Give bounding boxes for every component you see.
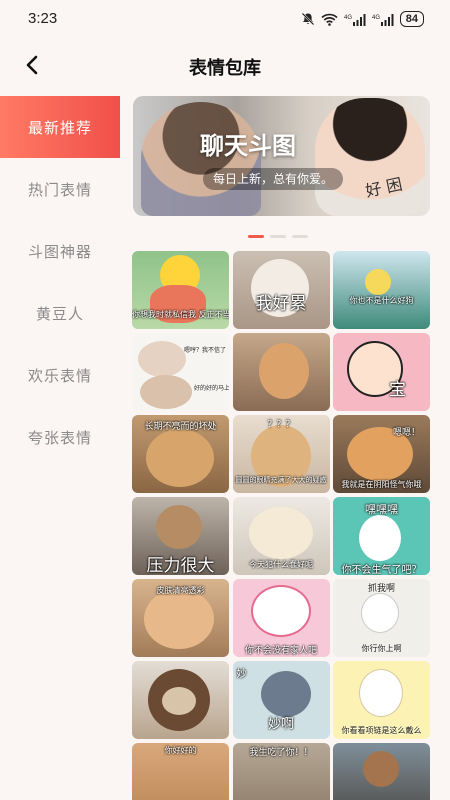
carousel-dot	[292, 235, 308, 238]
sticker-item[interactable]: 你看看项链是这么戴么	[333, 661, 430, 739]
sticker-caption: 今天犯什么蠢好呢	[249, 560, 313, 569]
sticker-item[interactable]: 你好好的	[132, 743, 229, 800]
carousel-dot-active	[248, 235, 264, 238]
sticker-item[interactable]: 我生吃了你！！	[232, 743, 330, 800]
sticker-item[interactable]: 你想我时就私信我 反正不当你对象	[132, 251, 229, 329]
banner-carousel[interactable]: 聊天斗图 每日上新，总有你爱。 好 困	[133, 96, 430, 216]
sticker-item[interactable]: 皮肤清亮透彩	[132, 579, 229, 657]
sticker-caption: 你不会生气了吧？	[341, 565, 422, 575]
sticker-caption: 抓我啊	[367, 584, 395, 594]
svg-text:4G: 4G	[344, 15, 352, 21]
sticker-caption: 你想我时就私信我 反正不当你对象	[132, 310, 229, 319]
sidebar-item-hot[interactable]: 热门表情	[0, 158, 120, 220]
signal-4g-icon: 4G	[344, 13, 366, 26]
sticker-caption: 皮肤清亮透彩	[156, 586, 205, 595]
status-icons: 4G 4G 84	[301, 11, 424, 27]
sticker-caption: 你不会没有家人吧	[244, 646, 317, 656]
svg-text:4G: 4G	[372, 15, 380, 21]
sidebar-item-battle[interactable]: 斗图神器	[0, 220, 120, 282]
sticker-item[interactable]: 嗯哼？我不信了 好的好的马上干	[132, 333, 229, 411]
category-sidebar: 最新推荐 热门表情 斗图神器 黄豆人 欢乐表情 夸张表情	[0, 96, 120, 468]
sticker-item[interactable]	[232, 333, 330, 411]
mute-bell-icon	[301, 12, 315, 26]
banner-subtitle: 每日上新，总有你爱。	[203, 168, 344, 190]
sticker-item[interactable]: 嘿嘿嘿 你不会生气了吧？	[333, 497, 430, 575]
sticker-item[interactable]: 宝	[333, 333, 430, 411]
sticker-item[interactable]: 妙 妙啊	[232, 661, 330, 739]
sticker-caption: 嗯哼？我不信了	[184, 347, 227, 354]
sticker-item[interactable]: 嗯嗯！ 我就是在阴阳怪气你哦	[333, 415, 430, 493]
nav-bar: 表情包库	[0, 40, 450, 90]
sticker-item[interactable]: 你也不是什么好狗	[333, 251, 430, 329]
wifi-icon	[321, 13, 338, 26]
sticker-caption: ？？？	[267, 420, 295, 430]
signal-4g-icon-2: 4G	[372, 13, 394, 26]
sticker-item[interactable]: 今天犯什么蠢好呢	[232, 497, 330, 575]
sidebar-item-emoji-face[interactable]: 黄豆人	[0, 282, 120, 344]
sticker-caption: 圆圆的眼睛充满了大大的疑惑	[235, 476, 327, 484]
sticker-caption: 你也不是什么好狗	[349, 296, 414, 305]
sticker-item[interactable]: 你不会没有家人吧	[232, 579, 330, 657]
sticker-caption: 你行你上啊	[361, 644, 402, 653]
sticker-caption: 嘿嘿嘿	[365, 503, 398, 516]
sticker-item[interactable]: 长期不亮而的坏处	[132, 415, 229, 493]
sticker-item[interactable]	[132, 661, 229, 739]
carousel-indicator	[248, 235, 308, 238]
sticker-grid: 你想我时就私信我 反正不当你对象 我好累 你也不是什么好狗 嗯哼？我不信了 好的…	[132, 251, 430, 800]
sticker-item[interactable]: ？？？ 圆圆的眼睛充满了大大的疑惑	[232, 415, 330, 493]
sticker-item[interactable]: 抓我啊 你行你上啊	[333, 579, 430, 657]
sidebar-item-latest[interactable]: 最新推荐	[0, 96, 120, 158]
sticker-caption: 宝	[389, 380, 406, 400]
sticker-caption: 我好累	[255, 294, 307, 314]
battery-indicator: 84	[399, 11, 424, 27]
sticker-caption: 你看看项链是这么戴么	[341, 726, 422, 735]
sticker-caption: 妙啊	[267, 717, 294, 732]
carousel-dot	[270, 235, 286, 238]
sticker-caption: 我生吃了你！！	[249, 748, 313, 758]
sidebar-item-happy[interactable]: 欢乐表情	[0, 344, 120, 406]
sticker-caption: 嗯嗯！	[393, 428, 421, 438]
sticker-caption: 长期不亮而的坏处	[144, 422, 217, 432]
sticker-caption: 妙	[236, 669, 247, 680]
page-title: 表情包库	[189, 58, 261, 79]
status-time: 3:23	[28, 10, 58, 27]
sticker-caption: 我就是在阴阳怪气你哦	[341, 480, 422, 489]
sticker-caption: 好的好的马上干	[194, 385, 229, 392]
sticker-item[interactable]: 压力很大	[132, 497, 229, 575]
sticker-item[interactable]	[333, 743, 430, 800]
status-bar: 3:23 4G 4G 84	[0, 0, 450, 40]
sidebar-item-exaggerated[interactable]: 夸张表情	[0, 406, 120, 468]
sticker-caption: 压力很大	[146, 556, 215, 575]
sticker-item[interactable]: 我好累	[232, 251, 330, 329]
banner-title: 聊天斗图	[200, 132, 296, 160]
sticker-caption: 你好好的	[164, 746, 197, 755]
